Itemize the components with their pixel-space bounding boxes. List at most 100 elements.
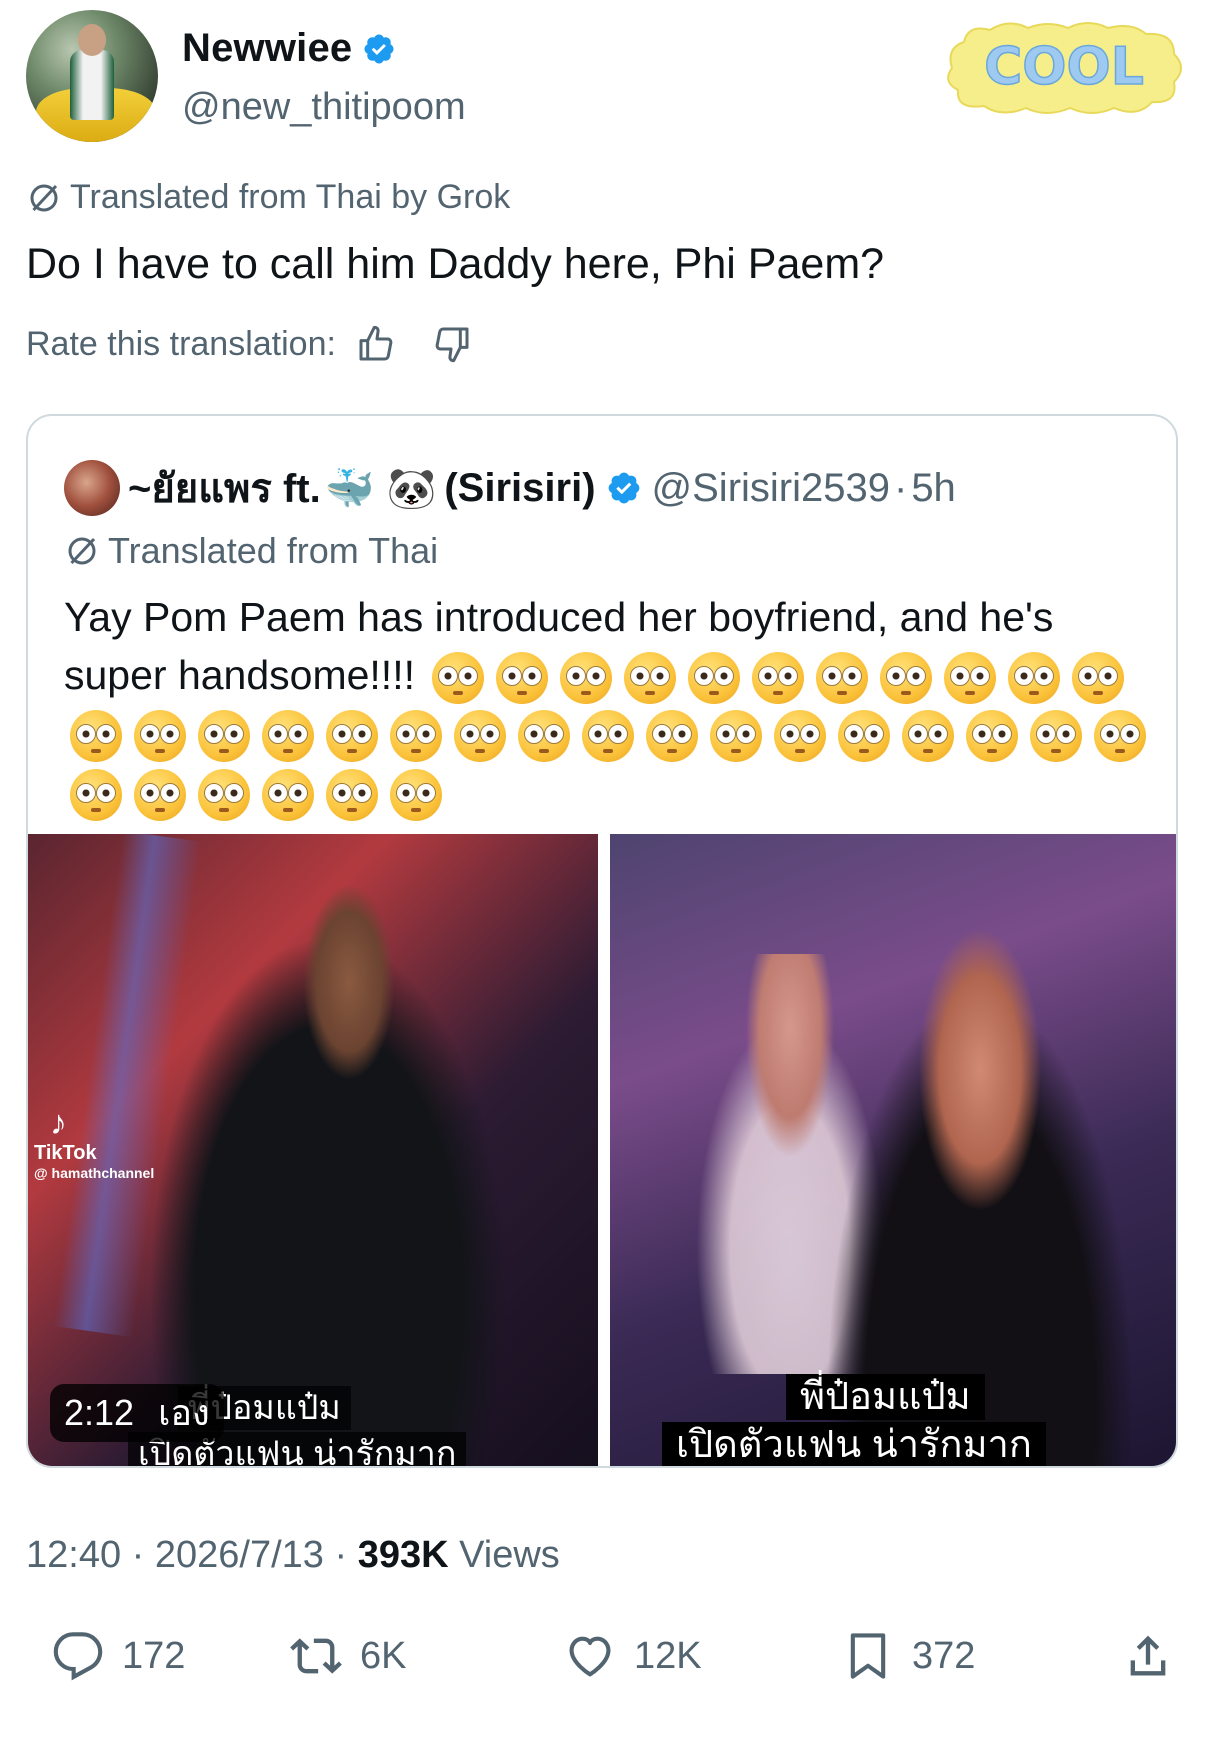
- cool-sticker: COOL: [947, 22, 1182, 114]
- author-avatar[interactable]: [26, 10, 158, 142]
- flushed-face-icon: [944, 652, 997, 705]
- flushed-face-icon: [1008, 652, 1061, 705]
- repost-button[interactable]: 6K: [290, 1630, 406, 1682]
- flushed-face-icon: [902, 710, 954, 763]
- whale-icon: 🐳: [324, 466, 375, 511]
- tweet-header: Newwiee @new_thitipoom COOL: [26, 10, 1186, 150]
- quoted-tweet[interactable]: ~ยัยแพร ft. 🐳 🐼 (Sirisiri) @Sirisiri2539…: [26, 414, 1178, 1468]
- flushed-face-icon: [326, 768, 378, 821]
- meta-separator-1: ·: [131, 1534, 145, 1576]
- flushed-face-icon: [198, 768, 250, 821]
- reply-icon: [53, 1632, 103, 1681]
- quoted-author-avatar[interactable]: [64, 460, 120, 516]
- author-display-name[interactable]: Newwiee: [182, 26, 352, 71]
- flushed-face-icon: [262, 710, 314, 763]
- flushed-face-icon: [710, 710, 762, 763]
- flushed-face-icon: [624, 652, 677, 705]
- speaker-figure: [118, 874, 538, 1466]
- tweet-meta: 12:40 · 2026/7/13 · 393K Views: [26, 1534, 560, 1577]
- translation-label-text: Translated from Thai by Grok: [70, 178, 511, 216]
- flushed-face-icon: [262, 768, 314, 821]
- quoted-author-name-suffix[interactable]: (Sirisiri): [444, 466, 595, 511]
- translation-label: Translated from Thai by Grok: [26, 178, 510, 217]
- bookmark-button[interactable]: 372: [842, 1630, 975, 1682]
- tiktok-watermark: ♪ TikTok @ hamathchannel: [34, 1104, 154, 1181]
- heart-icon: [569, 1636, 611, 1677]
- author-name-row[interactable]: Newwiee: [182, 26, 396, 71]
- video-duration-badge: 2:12 เอง: [50, 1384, 224, 1442]
- flushed-face-icon: [560, 652, 613, 705]
- reply-count: 172: [122, 1634, 186, 1677]
- quoted-translation-label: Translated from Thai: [64, 530, 438, 572]
- flushed-face-icon: [454, 710, 506, 763]
- quoted-author-handle[interactable]: @Sirisiri2539: [652, 466, 890, 511]
- tweet-date[interactable]: 2026/7/13: [155, 1534, 324, 1576]
- bookmark-icon: [850, 1633, 886, 1679]
- caption-overlay-text: เอง: [158, 1392, 210, 1433]
- like-button[interactable]: 12K: [564, 1630, 702, 1682]
- thumbs-down-icon[interactable]: [432, 324, 472, 364]
- media-image-right[interactable]: พี่ป๋อมแป๋ม เปิดตัวแฟน น่ารักมาก: [610, 834, 1176, 1466]
- flushed-face-icon: [688, 652, 741, 705]
- tiktok-username: @ hamathchannel: [34, 1165, 155, 1181]
- repost-count: 6K: [360, 1634, 407, 1677]
- tweet-text: Do I have to call him Daddy here, Phi Pa…: [26, 240, 885, 288]
- quoted-tweet-header: ~ยัยแพร ft. 🐳 🐼 (Sirisiri) @Sirisiri2539…: [64, 456, 956, 520]
- flushed-face-icon: [816, 652, 869, 705]
- cool-sticker-text: COOL: [984, 37, 1144, 97]
- share-button[interactable]: [1122, 1630, 1192, 1682]
- quoted-verified-badge-icon: [608, 472, 639, 504]
- flushed-face-icon: [752, 652, 805, 705]
- rate-translation-row: Rate this translation:: [26, 324, 472, 364]
- flushed-face-icon: [70, 710, 122, 763]
- repost-icon: [290, 1638, 342, 1674]
- views-count[interactable]: 393K: [358, 1534, 449, 1576]
- tiktok-logo-icon: ♪: [50, 1104, 67, 1142]
- quoted-separator: ·: [893, 465, 908, 510]
- flushed-face-icon: [326, 710, 378, 763]
- flushed-face-icon: [134, 710, 186, 763]
- flushed-face-icon: [774, 710, 826, 763]
- flushed-face-icon: [880, 652, 933, 705]
- flushed-face-icon: [1030, 710, 1082, 763]
- thumbs-up-icon[interactable]: [356, 324, 396, 364]
- action-bar: 172 6K 12K 372: [52, 1630, 1182, 1690]
- reply-button[interactable]: 172: [52, 1630, 185, 1682]
- flushed-face-icon: [1072, 652, 1125, 705]
- quoted-time[interactable]: 5h: [911, 466, 956, 511]
- media-video-left[interactable]: ♪ TikTok @ hamathchannel พี่ป๋อมแป๋ม เปิ…: [28, 834, 598, 1466]
- tweet-time[interactable]: 12:40: [26, 1534, 121, 1576]
- tiktok-brand: TikTok: [34, 1142, 97, 1164]
- avatar-jacket-shape: [70, 50, 114, 120]
- meta-separator-2: ·: [334, 1534, 348, 1576]
- right-caption-line2: เปิดตัวแฟน น่ารักมาก: [662, 1422, 1046, 1466]
- quoted-translation-label-text: Translated from Thai: [108, 530, 439, 571]
- flushed-face-icon: [1094, 710, 1146, 763]
- flushed-face-icon: [432, 652, 485, 705]
- views-label: Views: [459, 1534, 560, 1576]
- translate-slash-icon: [30, 184, 58, 211]
- right-caption-line1: พี่ป๋อมแป๋ม: [786, 1374, 985, 1420]
- avatar-head-shape: [78, 24, 106, 56]
- flushed-face-icon: [518, 710, 570, 763]
- video-duration: 2:12: [64, 1392, 135, 1433]
- quoted-author-name[interactable]: ~ยัยแพร ft.: [128, 456, 321, 520]
- flushed-face-icon: [838, 710, 890, 763]
- rate-translation-label: Rate this translation:: [26, 324, 336, 363]
- flushed-face-icon: [198, 710, 250, 763]
- flushed-face-icon: [390, 710, 442, 763]
- author-handle[interactable]: @new_thitipoom: [182, 86, 466, 129]
- verified-badge-icon: [364, 33, 394, 64]
- flushed-face-icon: [134, 768, 186, 821]
- flushed-face-icon: [390, 768, 442, 821]
- flushed-face-icon: [582, 710, 634, 763]
- flushed-face-icon: [70, 768, 122, 821]
- share-icon: [1130, 1635, 1166, 1676]
- panda-icon: 🐼: [386, 466, 437, 511]
- like-count: 12K: [634, 1634, 702, 1677]
- flushed-face-icon: [496, 652, 549, 705]
- quoted-translate-slash-icon: [68, 537, 96, 565]
- flushed-face-icon: [966, 710, 1018, 763]
- flushed-face-icon: [646, 710, 698, 763]
- quoted-tweet-text: Yay Pom Paem has introduced her boyfrien…: [64, 588, 1154, 821]
